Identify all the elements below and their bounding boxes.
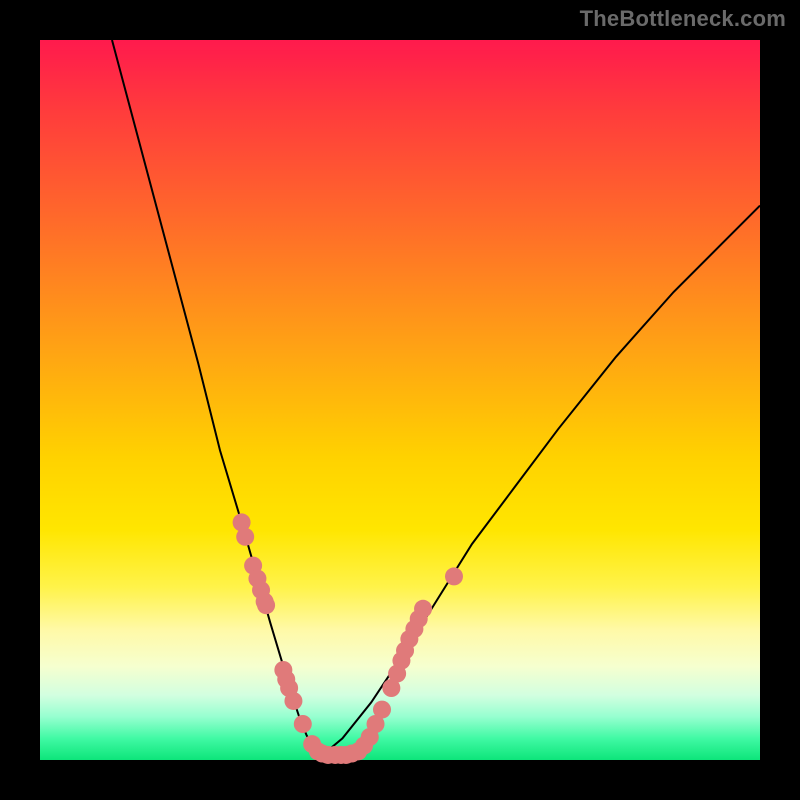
data-point xyxy=(236,528,254,546)
data-point xyxy=(284,692,302,710)
plot-area xyxy=(40,40,760,760)
chart-svg xyxy=(40,40,760,760)
right-curve xyxy=(321,206,760,757)
markers-right xyxy=(337,567,463,764)
data-point xyxy=(445,567,463,585)
left-curve xyxy=(112,40,321,756)
watermark-label: TheBottleneck.com xyxy=(580,6,786,32)
chart-frame: TheBottleneck.com xyxy=(0,0,800,800)
data-point xyxy=(414,600,432,618)
data-point xyxy=(257,596,275,614)
data-point xyxy=(294,715,312,733)
data-point xyxy=(373,701,391,719)
